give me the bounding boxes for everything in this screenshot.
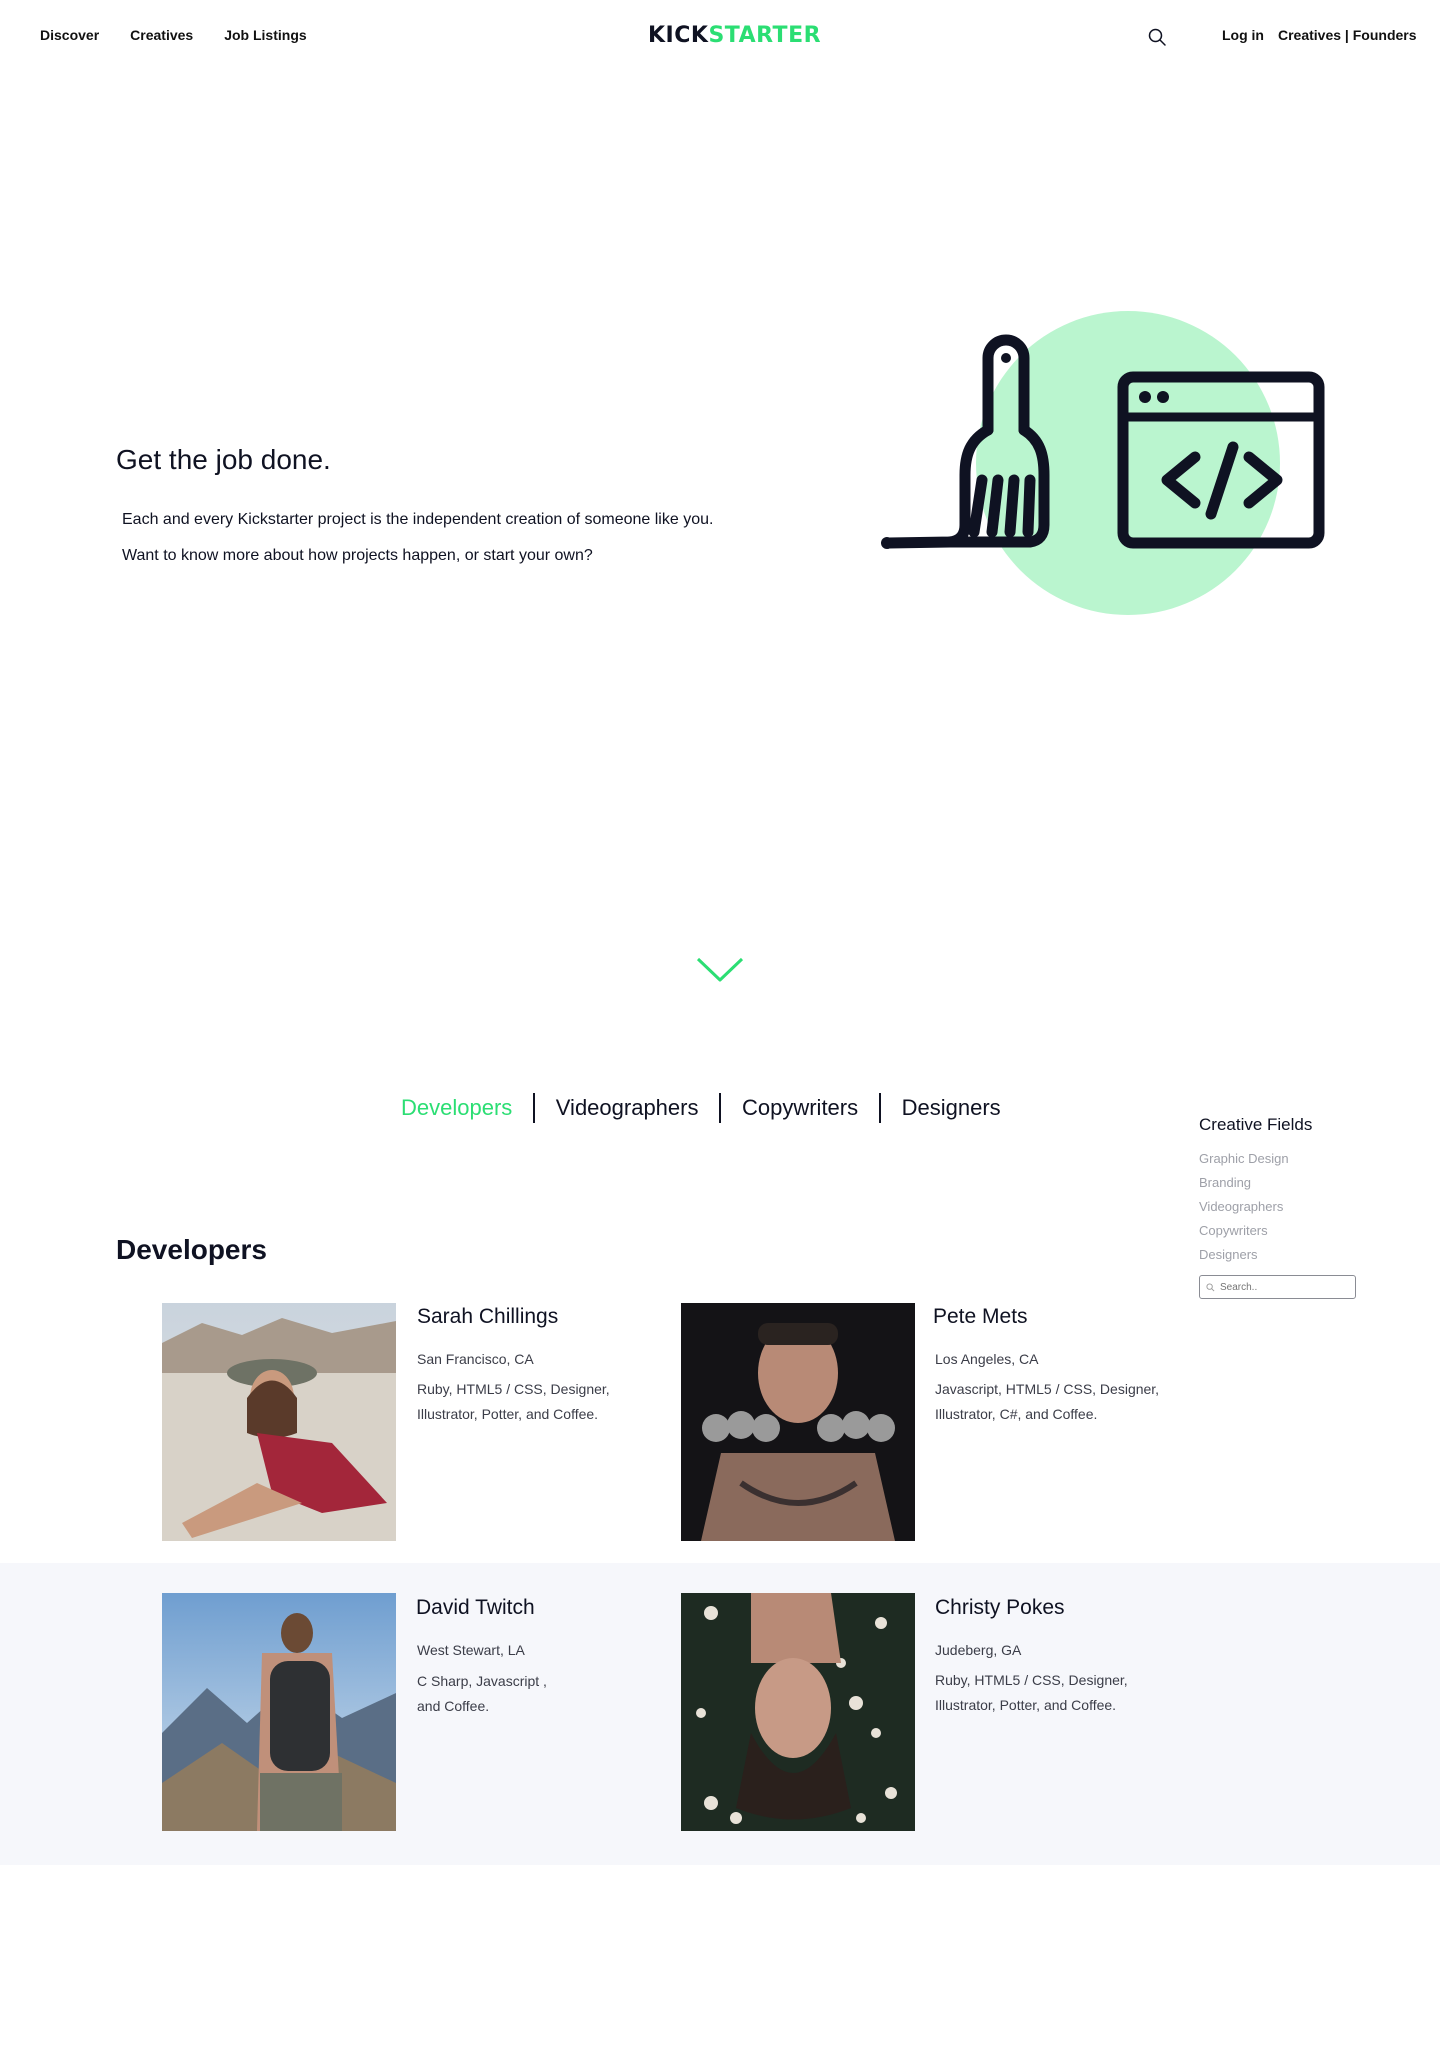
person-skills: Javascript, HTML5 / CSS, Designer, Illus…	[935, 1381, 1160, 1422]
sidebar-search-input[interactable]	[1220, 1281, 1340, 1293]
login-link[interactable]: Log in	[1222, 27, 1264, 43]
tab-designers[interactable]: Designers	[881, 1095, 1022, 1121]
search-icon[interactable]	[1147, 27, 1167, 47]
person-skills: Ruby, HTML5 / CSS, Designer, Illustrator…	[417, 1381, 610, 1422]
account-nav: Log in Creatives | Founders	[1222, 27, 1417, 43]
person-location: West Stewart, LA	[417, 1642, 525, 1658]
person-photo-david[interactable]	[162, 1593, 396, 1831]
search-icon	[1206, 1282, 1215, 1291]
creatives-founders-link[interactable]: Creatives | Founders	[1278, 27, 1417, 43]
tab-copywriters[interactable]: Copywriters	[721, 1095, 879, 1121]
person-location: Los Angeles, CA	[935, 1351, 1039, 1367]
hero-description-1: Each and every Kickstarter project is th…	[122, 511, 714, 528]
nav-creatives[interactable]: Creatives	[130, 27, 193, 43]
photo-graphic	[162, 1593, 396, 1831]
tab-videographers[interactable]: Videographers	[535, 1095, 720, 1121]
nav-job-listings[interactable]: Job Listings	[224, 27, 306, 43]
category-tabs-inner: Developers Videographers Copywriters Des…	[401, 1093, 1022, 1123]
person-name[interactable]: Christy Pokes	[935, 1596, 1065, 1620]
hero-title: Get the job done.	[116, 444, 331, 475]
chevron-down-icon[interactable]	[695, 955, 745, 985]
hero-description-2: Want to know more about how projects hap…	[122, 547, 593, 564]
tab-developers[interactable]: Developers	[401, 1095, 533, 1121]
logo-part-kick: KICK	[648, 23, 709, 48]
person-photo-sarah[interactable]	[162, 1303, 396, 1541]
person-photo-pete[interactable]	[681, 1303, 915, 1541]
creative-fields-sidebar: Creative Fields Graphic Design Branding …	[1199, 1115, 1359, 1299]
sidebar-title: Creative Fields	[1199, 1115, 1313, 1134]
person-location: Judeberg, GA	[935, 1642, 1022, 1658]
person-photo-christy[interactable]	[681, 1593, 915, 1831]
person-skills: Ruby, HTML5 / CSS, Designer, Illustrator…	[935, 1672, 1128, 1713]
person-name[interactable]: Sarah Chillings	[417, 1305, 558, 1329]
person-location: San Francisco, CA	[417, 1351, 534, 1367]
sidebar-item-branding[interactable]: Branding	[1199, 1171, 1359, 1195]
nav-discover[interactable]: Discover	[40, 27, 99, 43]
sidebar-item-copywriters[interactable]: Copywriters	[1199, 1219, 1359, 1243]
sidebar-search-box	[1199, 1275, 1356, 1299]
person-skills: C Sharp, Javascript , and Coffee.	[417, 1673, 547, 1714]
sidebar-item-graphic-design[interactable]: Graphic Design	[1199, 1147, 1359, 1171]
person-name[interactable]: Pete Mets	[933, 1305, 1028, 1329]
main-nav: Discover Creatives Job Listings	[40, 27, 307, 43]
photo-graphic	[162, 1303, 396, 1541]
photo-graphic	[681, 1303, 915, 1541]
brush-and-code-window-illustration	[881, 311, 1325, 615]
kickstarter-logo[interactable]: KICKSTARTER	[648, 23, 821, 48]
search-icon-graphic	[1148, 28, 1166, 46]
photo-graphic	[681, 1593, 915, 1831]
sidebar-item-designers[interactable]: Designers	[1199, 1243, 1359, 1267]
person-name[interactable]: David Twitch	[416, 1596, 535, 1620]
sidebar-item-videographers[interactable]: Videographers	[1199, 1195, 1359, 1219]
logo-part-starter: STARTER	[708, 23, 822, 48]
section-title: Developers	[116, 1234, 267, 1265]
